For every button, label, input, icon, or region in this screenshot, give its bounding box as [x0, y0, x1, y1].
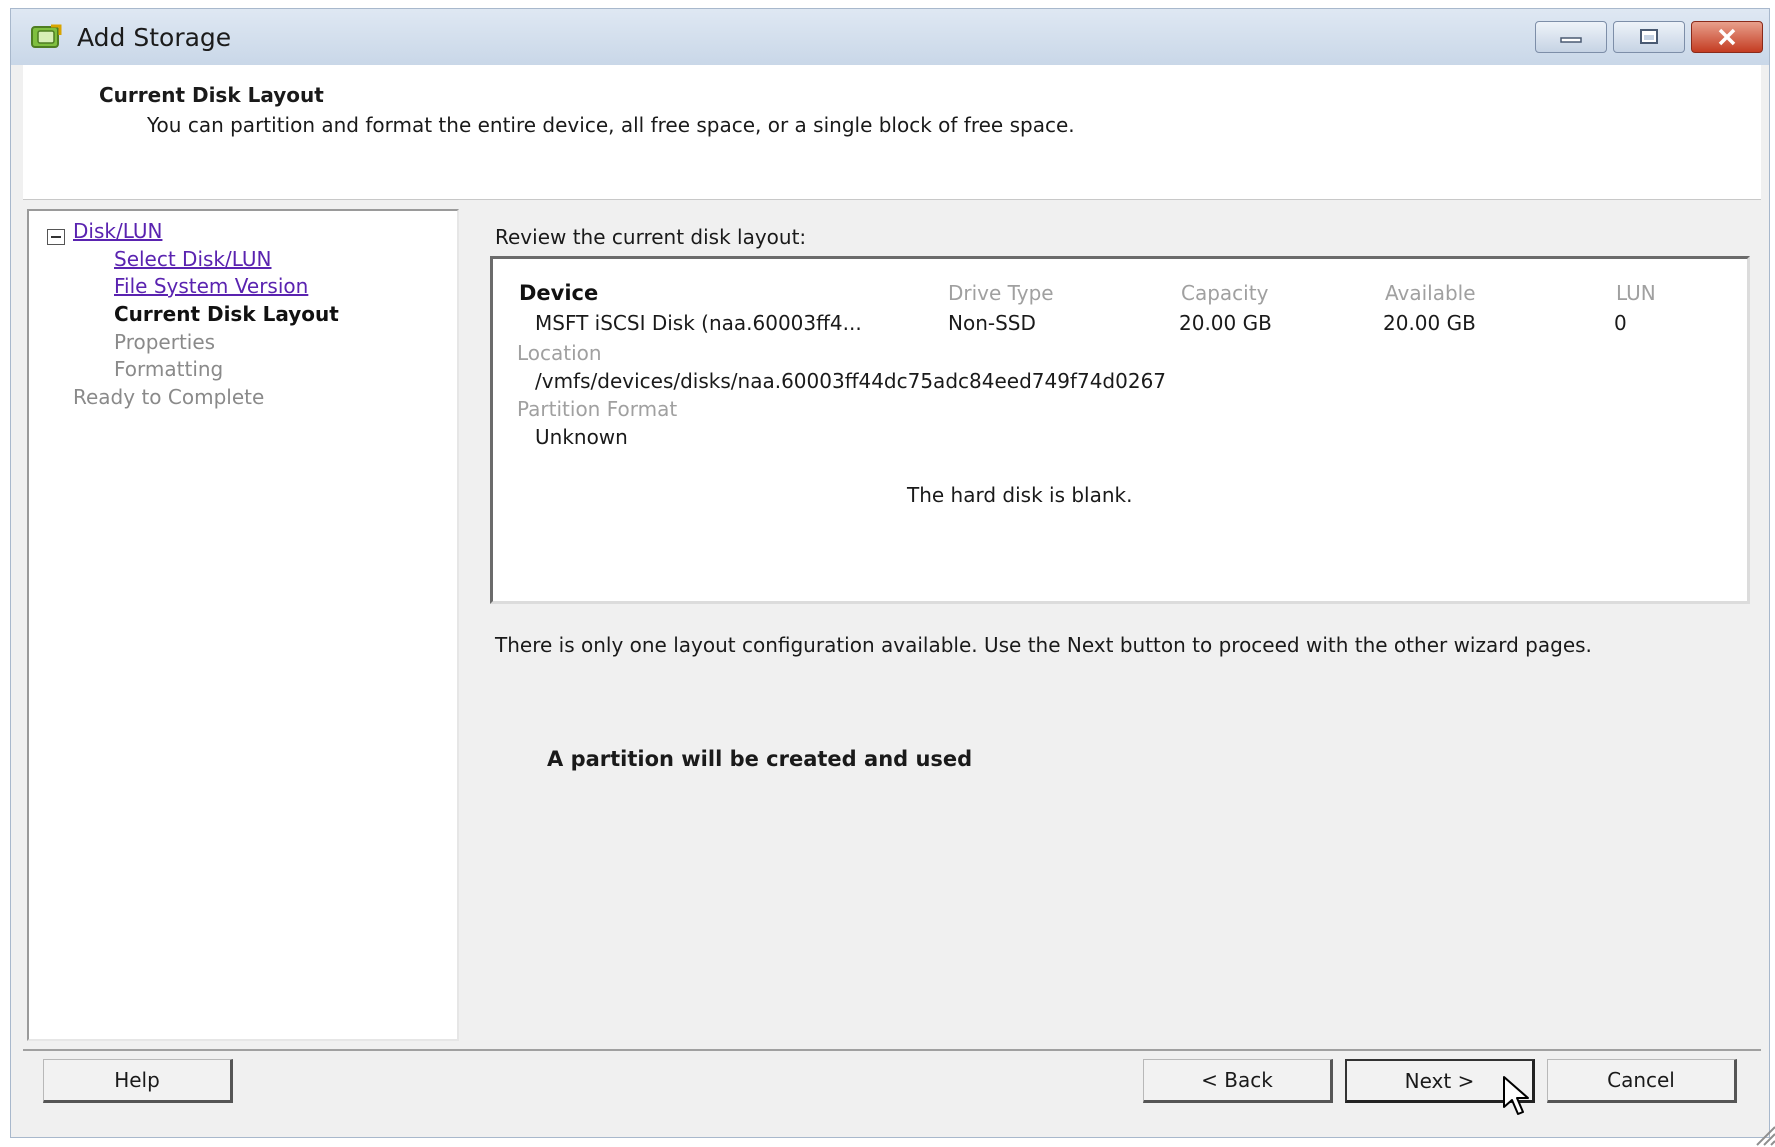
partition-format-value: Unknown [535, 425, 628, 449]
back-button[interactable]: < Back [1143, 1059, 1333, 1103]
window-title: Add Storage [77, 23, 232, 52]
device-lun: 0 [1614, 311, 1627, 335]
column-header-drive-type: Drive Type [948, 281, 1054, 305]
minimize-button[interactable] [1535, 21, 1607, 53]
column-header-capacity: Capacity [1181, 281, 1269, 305]
blank-disk-message: The hard disk is blank. [907, 483, 1133, 507]
column-header-device: Device [519, 281, 599, 305]
footer-divider [23, 1049, 1761, 1051]
device-available: 20.00 GB [1383, 311, 1476, 335]
title-bar[interactable]: Add Storage [11, 9, 1769, 65]
nav-step-formatting: Formatting [114, 357, 224, 381]
layout-info-text: There is only one layout configuration a… [495, 633, 1592, 657]
wizard-header: Current Disk Layout You can partition an… [23, 65, 1761, 200]
nav-step-ready-to-complete: Ready to Complete [73, 385, 265, 409]
close-icon [1718, 28, 1736, 46]
cancel-button[interactable]: Cancel [1547, 1059, 1737, 1103]
partition-notice: A partition will be created and used [547, 747, 973, 771]
review-label: Review the current disk layout: [495, 225, 807, 249]
nav-step-select-disk-lun[interactable]: Select Disk/LUN [114, 247, 272, 271]
storage-wizard-icon [31, 24, 62, 48]
maximize-button[interactable] [1613, 21, 1685, 53]
restore-icon [1640, 29, 1658, 44]
page-title: Current Disk Layout [99, 83, 324, 107]
add-storage-window: Add Storage Current Disk Layout You can … [10, 8, 1775, 1146]
column-header-lun: LUN [1616, 281, 1656, 305]
column-header-available: Available [1385, 281, 1476, 305]
device-drive-type: Non-SSD [948, 311, 1036, 335]
page-description: You can partition and format the entire … [147, 113, 1075, 137]
disk-layout-panel: Device Drive Type Capacity Available LUN… [490, 256, 1750, 604]
collapse-icon[interactable] [47, 229, 65, 245]
location-label: Location [517, 341, 602, 365]
close-button[interactable] [1691, 21, 1763, 53]
nav-step-current-disk-layout: Current Disk Layout [114, 302, 339, 326]
minimize-icon [1560, 37, 1582, 43]
location-value: /vmfs/devices/disks/naa.60003ff44dc75adc… [535, 369, 1167, 393]
help-button[interactable]: Help [43, 1059, 233, 1103]
device-name: MSFT iSCSI Disk (naa.60003ff4... [535, 311, 862, 335]
resize-grip-icon[interactable] [1751, 1121, 1775, 1147]
partition-format-label: Partition Format [517, 397, 678, 421]
device-capacity: 20.00 GB [1179, 311, 1272, 335]
wizard-step-nav: Disk/LUN Select Disk/LUN File System Ver… [27, 209, 459, 1041]
nav-step-disk-lun[interactable]: Disk/LUN [73, 219, 162, 243]
nav-step-properties: Properties [114, 330, 216, 354]
mouse-pointer-icon [1503, 1076, 1529, 1115]
nav-step-file-system-version[interactable]: File System Version [114, 274, 308, 298]
